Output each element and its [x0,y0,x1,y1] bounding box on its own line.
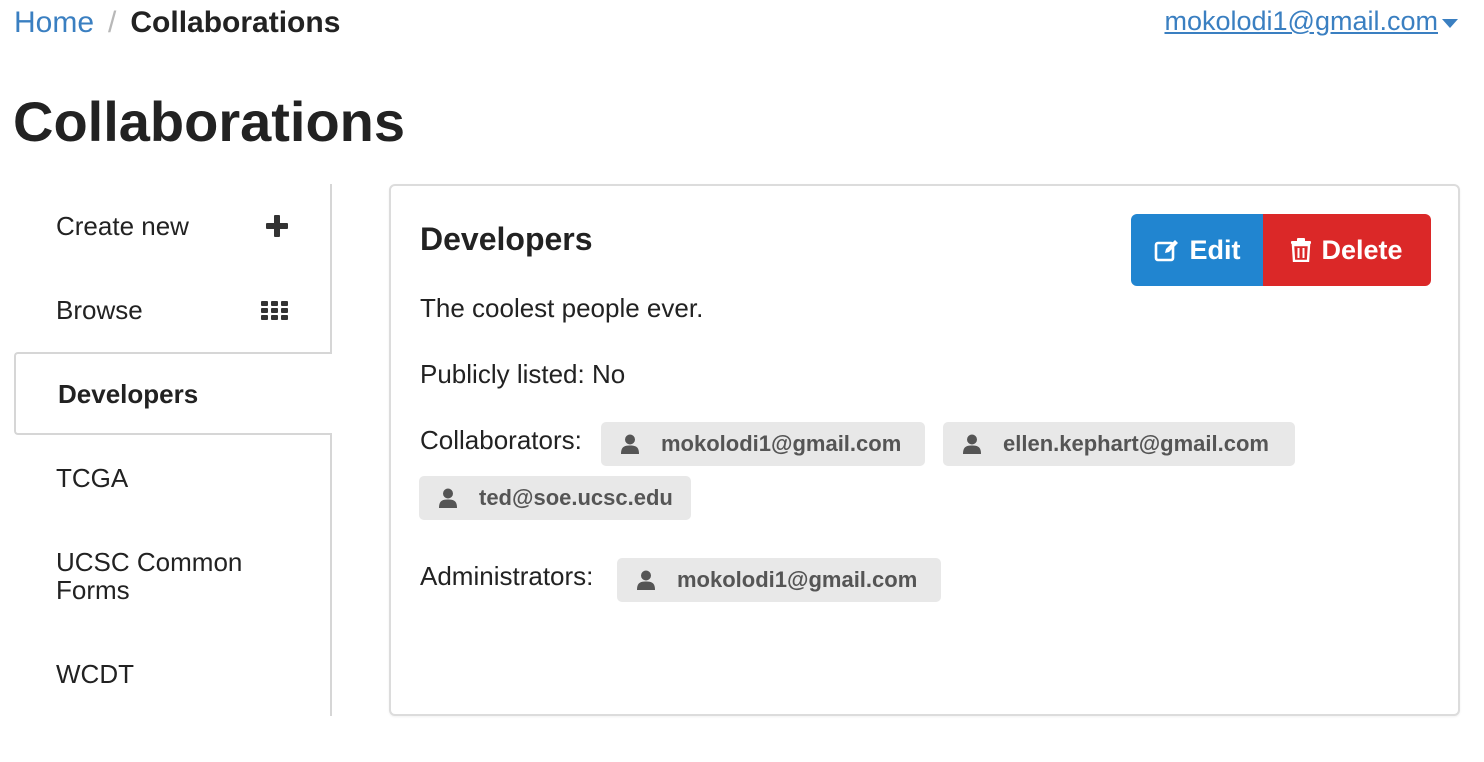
sidebar-item-ucsc-common-forms[interactable]: UCSC Common Forms [14,548,330,604]
collaboration-description: The coolest people ever. [420,293,704,323]
collaborator-chip[interactable]: ellen.kephart@gmail.com [943,422,1295,466]
breadcrumb: Home / Collaborations [14,4,340,42]
collaborator-email: ted@soe.ucsc.edu [479,485,673,510]
publicly-listed-status: Publicly listed: No [420,359,626,389]
collaboration-card: Developers Edit Delete The coolest peopl… [389,184,1460,716]
sidebar-item-browse[interactable]: Browse [14,296,330,324]
collaborator-chip[interactable]: ted@soe.ucsc.edu [419,476,691,520]
sidebar-item-label: Developers [58,378,199,409]
sidebar-item-label: Browse [56,295,143,325]
edit-button-label: Edit [1189,234,1241,265]
edit-button[interactable]: Edit [1131,214,1263,286]
sidebar-item-tcga[interactable]: TCGA [14,464,330,492]
page-title: Collaborations [13,90,406,153]
action-button-group: Edit Delete [1131,214,1431,286]
sidebar-item-developers[interactable]: Developers [14,352,332,435]
user-menu-email: mokolodi1@gmail.com [1164,6,1438,36]
sidebar-divider [330,184,332,352]
delete-button[interactable]: Delete [1263,214,1431,286]
administrator-chip[interactable]: mokolodi1@gmail.com [617,558,941,602]
grid-icon [261,300,288,320]
sidebar-item-label: WCDT [56,659,134,689]
sidebar-item-label: UCSC Common Forms [56,547,243,605]
administrator-email: mokolodi1@gmail.com [677,567,918,592]
user-icon [963,434,981,454]
caret-down-icon [1442,18,1458,28]
sidebar-item-create-new[interactable]: Create new [14,212,330,240]
collaboration-name: Developers [420,221,593,257]
breadcrumb-home-link[interactable]: Home [14,4,94,42]
collaborators-label: Collaborators: [420,425,582,455]
administrators-label: Administrators: [420,561,594,591]
user-icon [637,570,655,590]
collaborator-chip[interactable]: mokolodi1@gmail.com [601,422,925,466]
top-bar: Home / Collaborations mokolodi1@gmail.co… [0,0,1484,50]
plus-icon [266,215,288,237]
sidebar-item-label: Create new [56,211,189,241]
sidebar-item-label: TCGA [56,463,129,493]
sidebar-divider [330,435,332,716]
breadcrumb-separator: / [108,6,117,39]
delete-button-label: Delete [1321,234,1403,265]
sidebar: Create new Browse Developers TCGA UCSC C… [14,184,332,716]
trash-icon [1291,238,1312,262]
edit-icon [1154,238,1180,262]
sidebar-item-wcdt[interactable]: WCDT [14,660,330,688]
collaborator-email: ellen.kephart@gmail.com [1003,431,1269,456]
user-menu-dropdown[interactable]: mokolodi1@gmail.com [1164,4,1458,38]
breadcrumb-current: Collaborations [130,6,341,39]
collaborator-email: mokolodi1@gmail.com [661,431,902,456]
user-icon [439,488,457,508]
user-icon [621,434,639,454]
